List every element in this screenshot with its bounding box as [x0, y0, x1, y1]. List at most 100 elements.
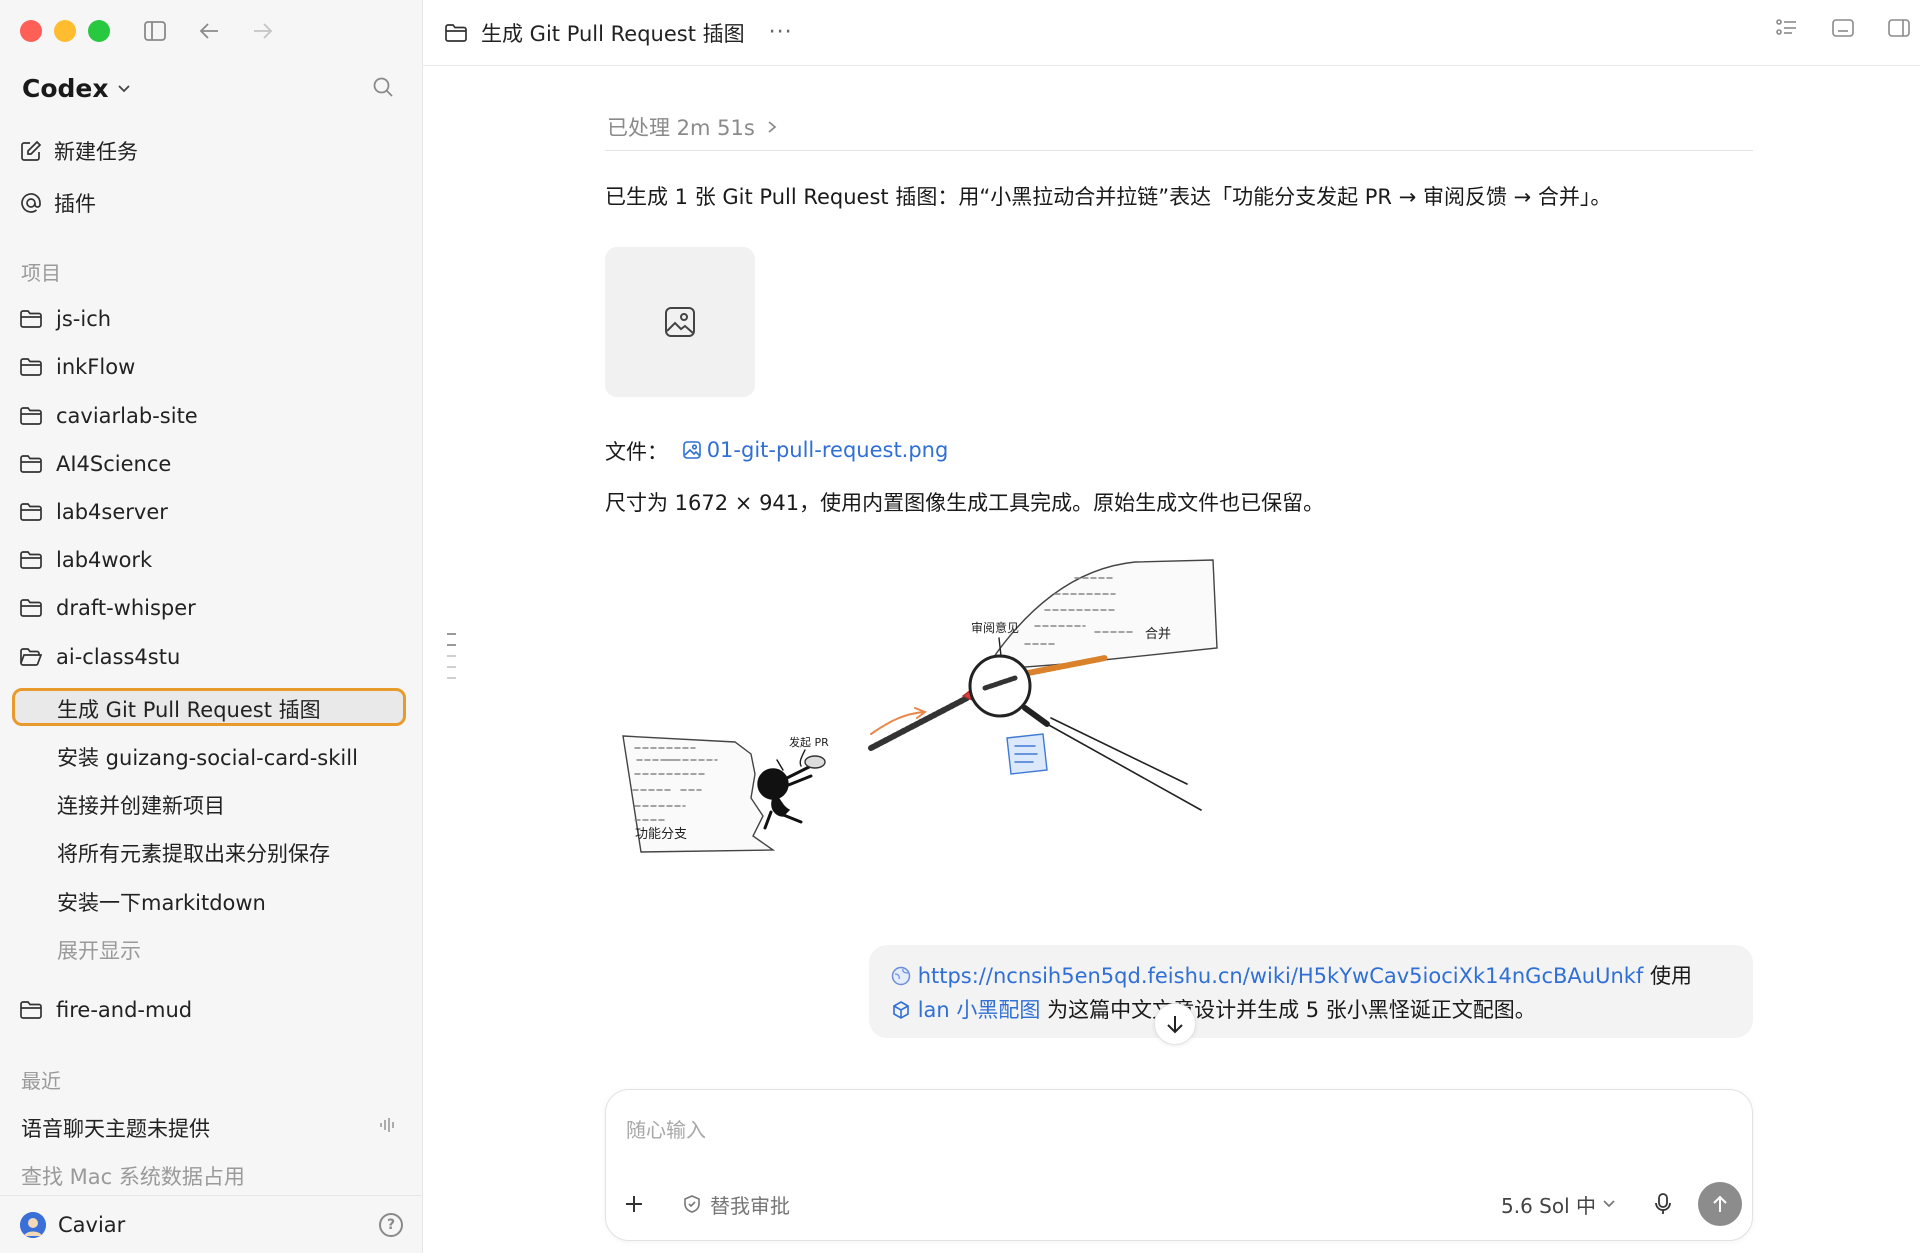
chevron-down-icon [117, 84, 130, 92]
message-url-link[interactable]: https://ncnsih5en5qd.feishu.cn/wiki/H5kY… [918, 964, 1644, 988]
title-bar: 生成 Git Pull Request 插图 ··· [423, 0, 1920, 66]
image-icon [665, 307, 695, 337]
back-arrow-icon[interactable] [194, 16, 224, 46]
at-sign-icon [21, 193, 41, 213]
message-text-rest: 为这篇中文文章设计并生成 5 张小黑怪诞正文配图。 [1040, 998, 1536, 1022]
label-open-pr: 发起 PR [789, 735, 829, 749]
shield-icon [684, 1195, 700, 1213]
side-panel-icon[interactable] [1888, 18, 1910, 38]
project-label: fire-and-mud [56, 998, 193, 1022]
new-task-label: 新建任务 [54, 140, 138, 164]
outline-markers[interactable] [447, 633, 456, 679]
new-task-button[interactable]: 新建任务 [20, 131, 138, 171]
thread-item[interactable]: 安装 guizang-social-card-skill [57, 742, 358, 772]
recent-section-title: 最近 [21, 1069, 61, 1093]
plus-icon [626, 1195, 642, 1212]
folder-icon [445, 23, 467, 42]
brand-title: Codex [22, 74, 109, 103]
skill-chip[interactable]: lan 小黑配图 [918, 998, 1041, 1022]
approval-mode-button[interactable]: 替我审批 [682, 1190, 790, 1219]
user-name[interactable]: Caviar [58, 1213, 367, 1237]
thread-title: 生成 Git Pull Request 插图 [481, 21, 745, 46]
folder-icon [20, 407, 42, 425]
thread-item[interactable]: 连接并创建新项目 [57, 790, 225, 820]
approval-label: 替我审批 [710, 1193, 790, 1218]
chevron-down-icon [1603, 1200, 1615, 1208]
processed-label: 已处理 2m 51s [607, 116, 755, 140]
arrow-down-icon [1167, 1016, 1183, 1034]
image-thumbnail[interactable] [605, 247, 755, 397]
plugins-label: 插件 [54, 192, 96, 216]
label-review-comments: 审阅意见 [971, 620, 1019, 635]
project-item[interactable]: AI4Science [20, 444, 171, 484]
divider [605, 150, 1753, 151]
search-icon[interactable] [372, 76, 394, 102]
size-note: 尺寸为 1672 × 941，使用内置图像生成工具完成。原始生成文件也已保留。 [605, 491, 1325, 515]
scroll-to-bottom-button[interactable] [1154, 1003, 1196, 1045]
zoom-window-button[interactable] [88, 20, 110, 42]
project-label: ai-class4stu [56, 645, 181, 669]
composer: 随心输入 替我审批 5.6 Sol 中 [605, 1089, 1753, 1241]
plugins-button[interactable]: 插件 [20, 183, 96, 223]
file-link[interactable]: 01-git-pull-request.png [682, 438, 949, 462]
project-label: lab4server [56, 500, 168, 524]
project-item[interactable]: fire-and-mud [20, 990, 192, 1030]
avatar[interactable] [20, 1211, 46, 1238]
project-label: caviarlab-site [56, 404, 198, 428]
arrow-up-icon [1713, 1195, 1727, 1212]
folder-icon [20, 599, 42, 617]
workspace-switcher[interactable]: Codex [22, 74, 131, 103]
folder-icon [20, 1001, 42, 1019]
project-item[interactable]: js-ich [20, 299, 111, 339]
globe-icon [891, 966, 911, 986]
help-icon[interactable]: ? [379, 1212, 403, 1237]
project-label: draft-whisper [56, 596, 196, 620]
folder-icon [20, 310, 42, 328]
forward-arrow-icon[interactable] [248, 16, 278, 46]
recent-item[interactable]: 查找 Mac 系统数据占用 [21, 1161, 245, 1191]
thread-item[interactable]: 安装一下markitdown [57, 887, 266, 917]
more-options-icon[interactable]: ··· [769, 20, 793, 45]
thread-item[interactable]: 将所有元素提取出来分别保存 [57, 838, 330, 868]
model-label: 5.6 Sol 中 [1500, 1193, 1596, 1218]
sidebar: Codex 新建任务 插件 项目 js-ich inkFlow caviarla… [0, 0, 423, 1253]
expand-threads-link[interactable]: 展开显示 [57, 935, 141, 965]
account-footer: Caviar ? [0, 1195, 423, 1253]
close-window-button[interactable] [20, 20, 42, 42]
checklist-icon[interactable] [1776, 18, 1798, 38]
project-label: AI4Science [56, 452, 172, 476]
folder-icon [20, 551, 42, 569]
summary-text: 已生成 1 张 Git Pull Request 插图：用“小黑拉动合并拉链”表… [605, 185, 1612, 209]
thread-item-active[interactable]: 生成 Git Pull Request 插图 [57, 694, 321, 724]
cube-icon [893, 1001, 909, 1019]
project-item[interactable]: inkFlow [20, 347, 135, 387]
folder-icon [20, 455, 42, 473]
microphone-icon[interactable] [1648, 1192, 1678, 1216]
sidebar-toggle-icon[interactable] [140, 16, 170, 46]
project-label: lab4work [56, 548, 153, 572]
file-label: 文件： [605, 440, 668, 464]
message-text-part: 使用 [1643, 964, 1692, 988]
composer-input[interactable]: 随心输入 [626, 1114, 706, 1143]
project-item-open[interactable]: ai-class4stu [20, 637, 180, 677]
image-file-icon [682, 441, 701, 459]
project-item[interactable]: lab4work [20, 540, 152, 580]
send-button[interactable] [1698, 1182, 1742, 1226]
project-item[interactable]: lab4server [20, 492, 168, 532]
project-item[interactable]: draft-whisper [20, 588, 196, 628]
terminal-panel-icon[interactable] [1832, 18, 1854, 38]
folder-icon [20, 503, 42, 521]
window-controls [20, 20, 110, 42]
project-item[interactable]: caviarlab-site [20, 396, 198, 436]
git-pull-request-illustration: 功能分支 发起 PR 审阅意见 合并 [622, 559, 1218, 853]
model-selector[interactable]: 5.6 Sol 中 [1501, 1190, 1616, 1219]
processed-toggle[interactable]: 已处理 2m 51s [607, 112, 777, 142]
file-name: 01-git-pull-request.png [706, 438, 949, 462]
generated-illustration[interactable]: 功能分支 发起 PR 审阅意见 合并 [605, 548, 1225, 888]
recent-item[interactable]: 语音聊天主题未提供 [21, 1113, 210, 1143]
add-attachment-button[interactable] [624, 1188, 660, 1221]
file-line: 文件： 01-git-pull-request.png [605, 436, 948, 466]
folder-icon [20, 358, 42, 376]
minimize-window-button[interactable] [54, 20, 76, 42]
projects-section-title: 项目 [21, 261, 61, 285]
